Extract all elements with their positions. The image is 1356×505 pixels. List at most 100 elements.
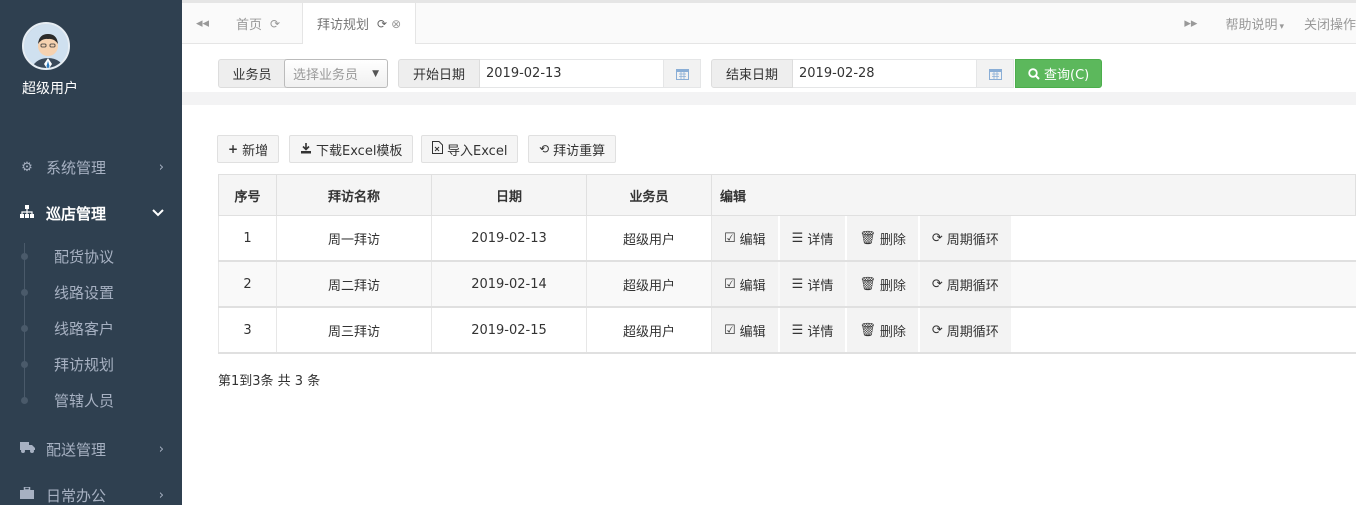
- history-icon: ⟲: [539, 142, 550, 156]
- table-row[interactable]: 3 周三拜访 2019-02-15 超级用户 ☑ 编辑 ☰ 详情 🗑 删除 ⟳ 周期循环: [218, 306, 1356, 354]
- double-chevron-left-icon: ◂◂: [196, 15, 210, 31]
- tab-bar-right: ▸▸ 帮助说明 ▾ 关闭操作: [1174, 3, 1356, 43]
- header-salesman[interactable]: 业务员: [586, 174, 712, 216]
- list-icon: ☰: [791, 322, 804, 338]
- edit-icon: ☑: [724, 230, 736, 246]
- menu-delivery[interactable]: 配送管理 ›: [0, 431, 182, 467]
- bullet-dot: [21, 324, 28, 332]
- bullet-dot: [21, 252, 28, 260]
- profile-name[interactable]: 超级用户: [22, 78, 78, 98]
- detail-label: 详情: [807, 232, 834, 248]
- header-name[interactable]: 拜访名称: [276, 174, 432, 216]
- filter-bar: 业务员 选择业务员 ▼ 开始日期 2019-02-13 结束日期 2019-02…: [182, 44, 1356, 92]
- refresh-icon[interactable]: ⟳: [377, 17, 387, 31]
- chevron-down-icon: [152, 206, 164, 221]
- header-date[interactable]: 日期: [431, 174, 587, 216]
- caret-down-icon: ▾: [1279, 21, 1284, 32]
- sidebar: 超级用户 ⚙ 系统管理 › 巡店管理 配货协议 线路设置 线路客户 拜访规划 管…: [0, 0, 182, 505]
- main-content: ◂◂ 首页 ⟳ 拜访规划 ⟳ ⊗ ▸▸ 帮助说明 ▾ 关闭操作 业务员 选择业务员…: [182, 0, 1356, 505]
- sidebar-item-managed-staff[interactable]: 管辖人员: [0, 382, 182, 418]
- close-operations-label: 关闭操作: [1303, 17, 1356, 33]
- menu-store-inspection-label: 巡店管理: [46, 204, 107, 223]
- delete-button[interactable]: 🗑 删除: [847, 216, 918, 260]
- gears-icon: ⚙: [21, 159, 33, 175]
- add-button[interactable]: + 新增: [217, 135, 280, 163]
- truck-icon: [18, 441, 36, 457]
- end-calendar-icon[interactable]: [976, 59, 1014, 88]
- chevron-right-icon: ›: [158, 487, 164, 503]
- menu-system-label: 系统管理: [46, 158, 107, 177]
- menu-store-inspection[interactable]: 巡店管理: [0, 195, 182, 231]
- sidebar-item-visit-plan[interactable]: 拜访规划: [0, 346, 182, 382]
- close-operations-button[interactable]: 关闭操作: [1294, 14, 1356, 33]
- refresh-icon: ⟳: [931, 322, 943, 338]
- menu-system[interactable]: ⚙ 系统管理 ›: [0, 149, 182, 185]
- trash-icon: 🗑: [859, 276, 876, 292]
- edit-button[interactable]: ☑ 编辑: [712, 308, 778, 352]
- salesman-select[interactable]: 选择业务员 ▼: [284, 59, 388, 88]
- trash-icon: 🗑: [859, 322, 876, 338]
- cell-index: 3: [218, 306, 277, 354]
- import-excel-button[interactable]: 导入Excel: [421, 135, 519, 163]
- tab-home-label: 首页: [236, 18, 263, 33]
- tab-scroll-left-button[interactable]: ◂◂: [196, 3, 209, 43]
- refresh-icon: ⟳: [931, 276, 943, 292]
- cycle-button[interactable]: ⟳ 周期循环: [919, 262, 1011, 306]
- end-date-input[interactable]: 2019-02-28: [793, 59, 977, 88]
- cell-actions: ☑ 编辑 ☰ 详情 🗑 删除 ⟳ 周期循环: [711, 306, 1356, 354]
- table-row[interactable]: 1 周一拜访 2019-02-13 超级用户 ☑ 编辑 ☰ 详情 🗑 删除 ⟳ 周期循环: [218, 215, 1356, 262]
- cell-name: 周一拜访: [276, 215, 432, 262]
- list-icon: ☰: [791, 230, 804, 246]
- tab-scroll-right-button[interactable]: ▸▸: [1184, 16, 1197, 31]
- cycle-button[interactable]: ⟳ 周期循环: [919, 216, 1011, 260]
- detail-label: 详情: [807, 324, 834, 340]
- start-date-input[interactable]: 2019-02-13: [480, 59, 664, 88]
- list-icon: ☰: [791, 276, 804, 292]
- start-calendar-icon[interactable]: [663, 59, 701, 88]
- bullet-dot: [21, 288, 28, 296]
- cell-salesman: 超级用户: [586, 260, 712, 308]
- cycle-label: 周期循环: [946, 278, 999, 294]
- sidebar-item-route-settings[interactable]: 线路设置: [0, 274, 182, 310]
- edit-button[interactable]: ☑ 编辑: [712, 216, 778, 260]
- close-icon[interactable]: ⊗: [391, 17, 401, 31]
- tab-home[interactable]: 首页 ⟳: [222, 3, 294, 44]
- sidebar-item-delivery-agreement[interactable]: 配货协议: [0, 238, 182, 274]
- sidebar-item-route-customers[interactable]: 线路客户: [0, 310, 182, 346]
- query-button-label: 查询(C): [1044, 68, 1090, 83]
- tab-visit-plan[interactable]: 拜访规划 ⟳ ⊗: [302, 3, 417, 44]
- chevron-right-icon: ›: [158, 159, 164, 175]
- cycle-button[interactable]: ⟳ 周期循环: [919, 308, 1011, 352]
- salesman-select-placeholder: 选择业务员: [293, 68, 359, 83]
- chevron-right-icon: ›: [158, 441, 164, 457]
- excel-file-icon: [432, 141, 443, 157]
- tab-bar: ◂◂ 首页 ⟳ 拜访规划 ⟳ ⊗ ▸▸ 帮助说明 ▾ 关闭操作: [182, 0, 1356, 44]
- edit-icon: ☑: [724, 276, 736, 292]
- help-dropdown[interactable]: 帮助说明 ▾: [1215, 14, 1284, 33]
- edit-button[interactable]: ☑ 编辑: [712, 262, 778, 306]
- recalculate-visits-button[interactable]: ⟲ 拜访重算: [528, 135, 617, 163]
- detail-button[interactable]: ☰ 详情: [779, 262, 846, 306]
- bullet-dot: [21, 360, 28, 368]
- detail-label: 详情: [807, 278, 834, 294]
- header-index[interactable]: 序号: [218, 174, 277, 216]
- cell-actions: ☑ 编辑 ☰ 详情 🗑 删除 ⟳ 周期循环: [711, 260, 1356, 308]
- download-template-button[interactable]: 下载Excel模板: [289, 135, 414, 163]
- detail-button[interactable]: ☰ 详情: [779, 308, 846, 352]
- search-icon: [1028, 67, 1040, 80]
- delete-button[interactable]: 🗑 删除: [847, 262, 918, 306]
- edit-label: 编辑: [739, 278, 766, 294]
- detail-button[interactable]: ☰ 详情: [779, 216, 846, 260]
- avatar[interactable]: [22, 22, 70, 70]
- refresh-icon[interactable]: ⟳: [270, 17, 280, 31]
- table-row[interactable]: 2 周二拜访 2019-02-14 超级用户 ☑ 编辑 ☰ 详情 🗑 删除 ⟳ 周期循环: [218, 260, 1356, 308]
- sidebar-item-label: 线路设置: [54, 283, 115, 302]
- sidebar-item-label: 线路客户: [54, 319, 115, 338]
- query-button[interactable]: 查询(C): [1015, 59, 1103, 88]
- delete-button[interactable]: 🗑 删除: [847, 308, 918, 352]
- menu-daily-office[interactable]: 日常办公 ›: [0, 477, 182, 505]
- download-template-label: 下载Excel模板: [316, 143, 403, 159]
- sidebar-item-label: 配货协议: [54, 247, 115, 266]
- trash-icon: 🗑: [859, 230, 876, 246]
- cell-salesman: 超级用户: [586, 306, 712, 354]
